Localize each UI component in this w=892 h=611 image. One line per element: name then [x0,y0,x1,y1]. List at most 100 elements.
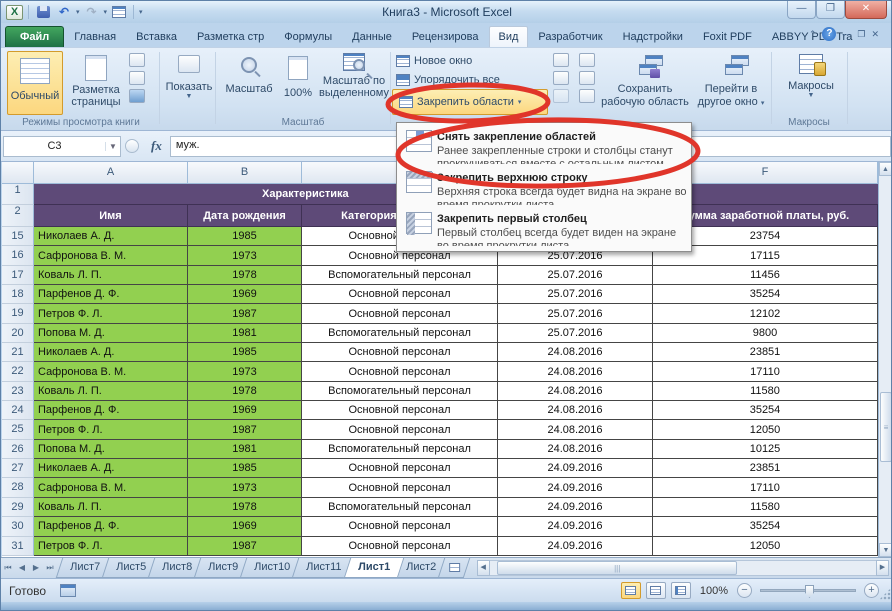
workbook-close-icon[interactable]: ✕ [871,29,879,40]
normal-view-toggle[interactable] [621,582,641,599]
vertical-scrollbar[interactable]: ▲ ▼ [878,162,892,557]
cell-date[interactable]: 24.09.2016 [498,498,653,517]
cell-category[interactable]: Основной персонал [302,517,498,536]
collapse-ribbon-icon[interactable]: ⌃ [809,29,817,40]
ribbon-tab[interactable]: Рецензирова [402,26,489,47]
zoom-button[interactable]: Масштаб [223,51,275,115]
cell-amount[interactable]: 11580 [653,382,878,401]
row-header[interactable]: 23 [2,382,34,401]
cell-category[interactable]: Основной персонал [302,420,498,439]
row-header[interactable]: 31 [2,537,34,556]
cell-name[interactable]: Петров Ф. Л. [34,537,188,556]
cell-amount[interactable]: 12102 [653,304,878,323]
cell-amount[interactable]: 17110 [653,362,878,381]
cell-year[interactable]: 1981 [188,324,302,343]
cell-name[interactable]: Николаев А. Д. [34,343,188,362]
vertical-scroll-thumb[interactable] [880,392,892,462]
cell-year[interactable]: 1981 [188,440,302,459]
row-header[interactable]: 15 [2,227,34,246]
cell-name[interactable]: Сафронова В. М. [34,246,188,265]
cell-category[interactable]: Основной персонал [302,362,498,381]
cell-category[interactable]: Основной персонал [302,537,498,556]
cell-name[interactable]: Петров Ф. Л. [34,420,188,439]
cell-name[interactable]: Парфенов Д. Ф. [34,401,188,420]
cell-category[interactable]: Вспомогательный персонал [302,440,498,459]
view-side-by-side-icon[interactable] [579,53,595,67]
ribbon-tab[interactable]: Главная [64,26,126,47]
cell-amount[interactable]: 23851 [653,343,878,362]
cell-amount[interactable]: 12050 [653,420,878,439]
close-button[interactable]: ✕ [845,1,887,19]
first-sheet-icon[interactable]: ⏮ [1,558,15,578]
minimize-button[interactable]: — [787,1,816,19]
switch-window-button[interactable]: Перейти вдругое окно ▾ [693,51,769,117]
zoom-to-selection-button[interactable]: Масштаб по выделенному [321,51,387,115]
cell-category[interactable]: Основной персонал [302,478,498,497]
cell-amount[interactable]: 12050 [653,537,878,556]
row-header[interactable]: 26 [2,440,34,459]
menu-item-unfreeze[interactable]: Снять закрепление областей Ранее закрепл… [397,125,691,166]
select-all-corner[interactable] [2,162,34,184]
cell-year[interactable]: 1969 [188,517,302,536]
zoom-in-button[interactable]: + [864,583,879,598]
cell-name[interactable]: Попова М. Д. [34,324,188,343]
restore-button[interactable]: ❐ [816,1,845,19]
reset-window-position-icon[interactable] [579,89,595,103]
cell-year[interactable]: 1985 [188,227,302,246]
row-header[interactable]: 27 [2,459,34,478]
insert-function-button[interactable]: fx [143,138,170,154]
cell-year[interactable]: 1978 [188,498,302,517]
cell-name[interactable]: Парфенов Д. Ф. [34,517,188,536]
full-screen-icon[interactable] [129,89,145,103]
row-header[interactable]: 16 [2,246,34,265]
column-header-a[interactable]: A [34,162,188,184]
cell-category[interactable]: Основной персонал [302,343,498,362]
cell-amount[interactable]: 35254 [653,401,878,420]
row-header[interactable]: 20 [2,324,34,343]
row-header[interactable]: 18 [2,285,34,304]
cell-name[interactable]: Попова М. Д. [34,440,188,459]
arrange-all-button[interactable]: Упорядочить все [396,71,500,89]
cell-date[interactable]: 24.09.2016 [498,517,653,536]
workbook-minimize-icon[interactable]: — [842,29,851,39]
cell-date[interactable]: 24.08.2016 [498,382,653,401]
cell-name[interactable]: Сафронова В. М. [34,362,188,381]
cell-year[interactable]: 1973 [188,246,302,265]
cell-amount[interactable]: 23851 [653,459,878,478]
name-box-dropdown-icon[interactable]: ▼ [105,142,120,151]
cell-name[interactable]: Петров Ф. Л. [34,304,188,323]
header-cell-birthdate[interactable]: Дата рождения [188,205,302,227]
row-header[interactable]: 17 [2,266,34,285]
cell-date[interactable]: 24.09.2016 [498,459,653,478]
row-header[interactable]: 25 [2,420,34,439]
macro-record-icon[interactable] [60,584,76,597]
cell-date[interactable]: 24.09.2016 [498,478,653,497]
help-icon[interactable]: ? [822,27,836,41]
row-header[interactable]: 28 [2,478,34,497]
horizontal-scrollbar[interactable]: ◀ ||| ▶ [477,560,889,576]
cell-amount[interactable]: 35254 [653,517,878,536]
ribbon-tab[interactable]: Вставка [126,26,187,47]
cell-year[interactable]: 1985 [188,459,302,478]
cell-amount[interactable]: 10125 [653,440,878,459]
name-box[interactable]: C3 ▼ [3,136,121,157]
cell-date[interactable]: 24.08.2016 [498,440,653,459]
cell-date[interactable]: 24.08.2016 [498,362,653,381]
menu-item-freeze-top-row[interactable]: Закрепить верхнюю строку Верхняя строка … [397,166,691,207]
synchronous-scrolling-icon[interactable] [579,71,595,85]
unhide-window-icon[interactable] [553,89,569,103]
cell-name[interactable]: Николаев А. Д. [34,227,188,246]
cell-year[interactable]: 1987 [188,420,302,439]
ribbon-tab[interactable]: Вид [489,26,529,47]
save-workspace-button[interactable]: Сохранитьрабочую область [601,51,689,117]
cell-name[interactable]: Коваль Л. П. [34,498,188,517]
header-cell-name[interactable]: Имя [34,205,188,227]
cell-name[interactable]: Коваль Л. П. [34,382,188,401]
cell-year[interactable]: 1978 [188,266,302,285]
row-header-1[interactable]: 1 [2,184,34,205]
cell-name[interactable]: Парфенов Д. Ф. [34,285,188,304]
scroll-right-icon[interactable]: ▶ [876,560,889,576]
cell-category[interactable]: Вспомогательный персонал [302,498,498,517]
cell-amount[interactable]: 9800 [653,324,878,343]
zoom-slider[interactable] [760,589,856,592]
